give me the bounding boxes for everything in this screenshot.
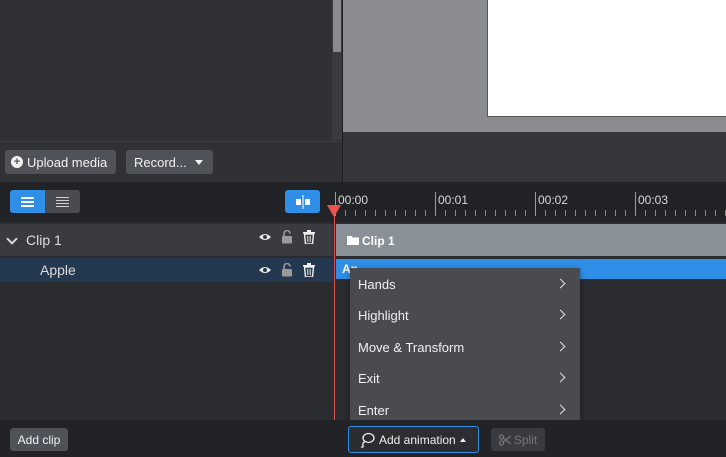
- ruler-major-tick: [635, 192, 636, 216]
- ruler-minor-tick: [415, 210, 416, 216]
- upload-media-button[interactable]: + Upload media: [5, 150, 116, 174]
- ruler-minor-tick: [485, 210, 486, 216]
- caret-down-icon: [194, 159, 203, 165]
- ruler-minor-tick: [615, 210, 616, 216]
- ruler-minor-tick: [625, 210, 626, 216]
- eye-icon[interactable]: [258, 232, 272, 242]
- ruler-minor-tick: [545, 210, 546, 216]
- add-clip-label: Add clip: [17, 432, 61, 447]
- chevron-right-icon: [555, 372, 566, 383]
- ruler-minor-tick: [455, 210, 456, 216]
- track-label-apple: Apple: [40, 262, 76, 278]
- ruler-minor-tick: [685, 210, 686, 216]
- ruler-minor-tick: [715, 210, 716, 216]
- ruler-minor-tick: [565, 210, 566, 216]
- ruler-major-tick: [535, 192, 536, 216]
- ruler-minor-tick: [425, 210, 426, 216]
- ruler-time-label: 00:02: [538, 193, 569, 207]
- playhead-marker[interactable]: [327, 205, 341, 217]
- ruler-minor-tick: [375, 210, 376, 216]
- compact-view-button[interactable]: [45, 190, 80, 213]
- menu-item-move-transform[interactable]: Move & Transform: [350, 332, 580, 362]
- ruler-minor-tick: [705, 210, 706, 216]
- add-animation-button[interactable]: Add animation: [348, 426, 479, 453]
- upload-media-label: Upload media: [27, 154, 108, 170]
- media-scrollbar-thumb[interactable]: [333, 0, 341, 52]
- chevron-right-icon: [555, 309, 566, 320]
- add-clip-button[interactable]: Add clip: [10, 428, 68, 451]
- ruler-minor-tick: [405, 210, 406, 216]
- expanded-view-button[interactable]: [10, 190, 45, 213]
- track-label-clip: Clip 1: [26, 232, 62, 248]
- ruler-minor-tick: [515, 210, 516, 216]
- ruler-minor-tick: [645, 210, 646, 216]
- record-dropdown-button[interactable]: Record...: [126, 150, 213, 174]
- menu-item-label: Hands: [358, 276, 396, 292]
- unlock-icon[interactable]: [281, 263, 293, 277]
- ruler-time-label: 00:03: [638, 193, 669, 207]
- ruler-major-tick: [435, 192, 436, 216]
- clip-bar-label: Clip 1: [362, 234, 395, 248]
- ruler-minor-tick: [505, 210, 506, 216]
- menu-item-highlight[interactable]: Highlight: [350, 300, 580, 330]
- menu-item-label: Enter: [358, 402, 390, 418]
- record-label: Record...: [134, 154, 187, 170]
- ruler-minor-tick: [495, 210, 496, 216]
- ruler-minor-tick: [385, 210, 386, 216]
- ruler-minor-tick: [525, 210, 526, 216]
- ruler-minor-tick: [675, 210, 676, 216]
- ruler-minor-tick: [575, 210, 576, 216]
- ruler-minor-tick: [395, 210, 396, 216]
- ruler-minor-tick: [655, 210, 656, 216]
- eye-icon[interactable]: [258, 265, 272, 275]
- ruler-minor-tick: [605, 210, 606, 216]
- ruler-time-label: 00:00: [338, 193, 369, 207]
- menu-item-exit[interactable]: Exit: [350, 363, 580, 393]
- scissors-icon: [498, 433, 511, 446]
- menu-item-label: Move & Transform: [358, 339, 465, 355]
- split-button[interactable]: Split: [491, 428, 545, 451]
- add-animation-menu: Hands Highlight Move & Transform Exit En…: [350, 268, 580, 426]
- ruler-minor-tick: [595, 210, 596, 216]
- preview-footer: [343, 132, 726, 182]
- view-toggle: [10, 190, 80, 213]
- chevron-right-icon: [555, 341, 566, 352]
- trash-icon[interactable]: [303, 263, 315, 277]
- chevron-down-icon[interactable]: [6, 233, 18, 245]
- ruler-minor-tick: [555, 210, 556, 216]
- ruler-minor-tick: [465, 210, 466, 216]
- chevron-right-icon: [555, 278, 566, 289]
- menu-item-label: Highlight: [358, 307, 409, 323]
- timeline-ruler[interactable]: 00:00 00:01 00:02 00:03: [335, 188, 726, 218]
- snap-toggle-button[interactable]: [285, 190, 320, 213]
- chevron-right-icon: [555, 404, 566, 415]
- ruler-minor-tick: [665, 210, 666, 216]
- caret-up-icon: [459, 437, 466, 442]
- ruler-minor-tick: [355, 210, 356, 216]
- menu-item-hands[interactable]: Hands: [350, 269, 580, 299]
- trash-icon[interactable]: [303, 230, 315, 244]
- ruler-minor-tick: [585, 210, 586, 216]
- lasso-icon: [360, 432, 375, 448]
- unlock-icon[interactable]: [281, 230, 293, 244]
- media-footer-divider: [0, 141, 342, 142]
- ruler-minor-tick: [445, 210, 446, 216]
- add-animation-label: Add animation: [379, 432, 456, 447]
- ruler-time-label: 00:01: [438, 193, 469, 207]
- plus-circle-icon: +: [11, 156, 23, 168]
- ruler-minor-tick: [365, 210, 366, 216]
- ruler-minor-tick: [695, 210, 696, 216]
- preview-canvas[interactable]: [487, 0, 726, 117]
- snap-icon: [295, 194, 310, 209]
- ruler-minor-tick: [475, 210, 476, 216]
- playhead-line[interactable]: [334, 212, 335, 420]
- split-label: Split: [513, 432, 538, 447]
- ruler-minor-tick: [345, 210, 346, 216]
- folder-icon: [347, 235, 359, 245]
- menu-item-label: Exit: [358, 370, 380, 386]
